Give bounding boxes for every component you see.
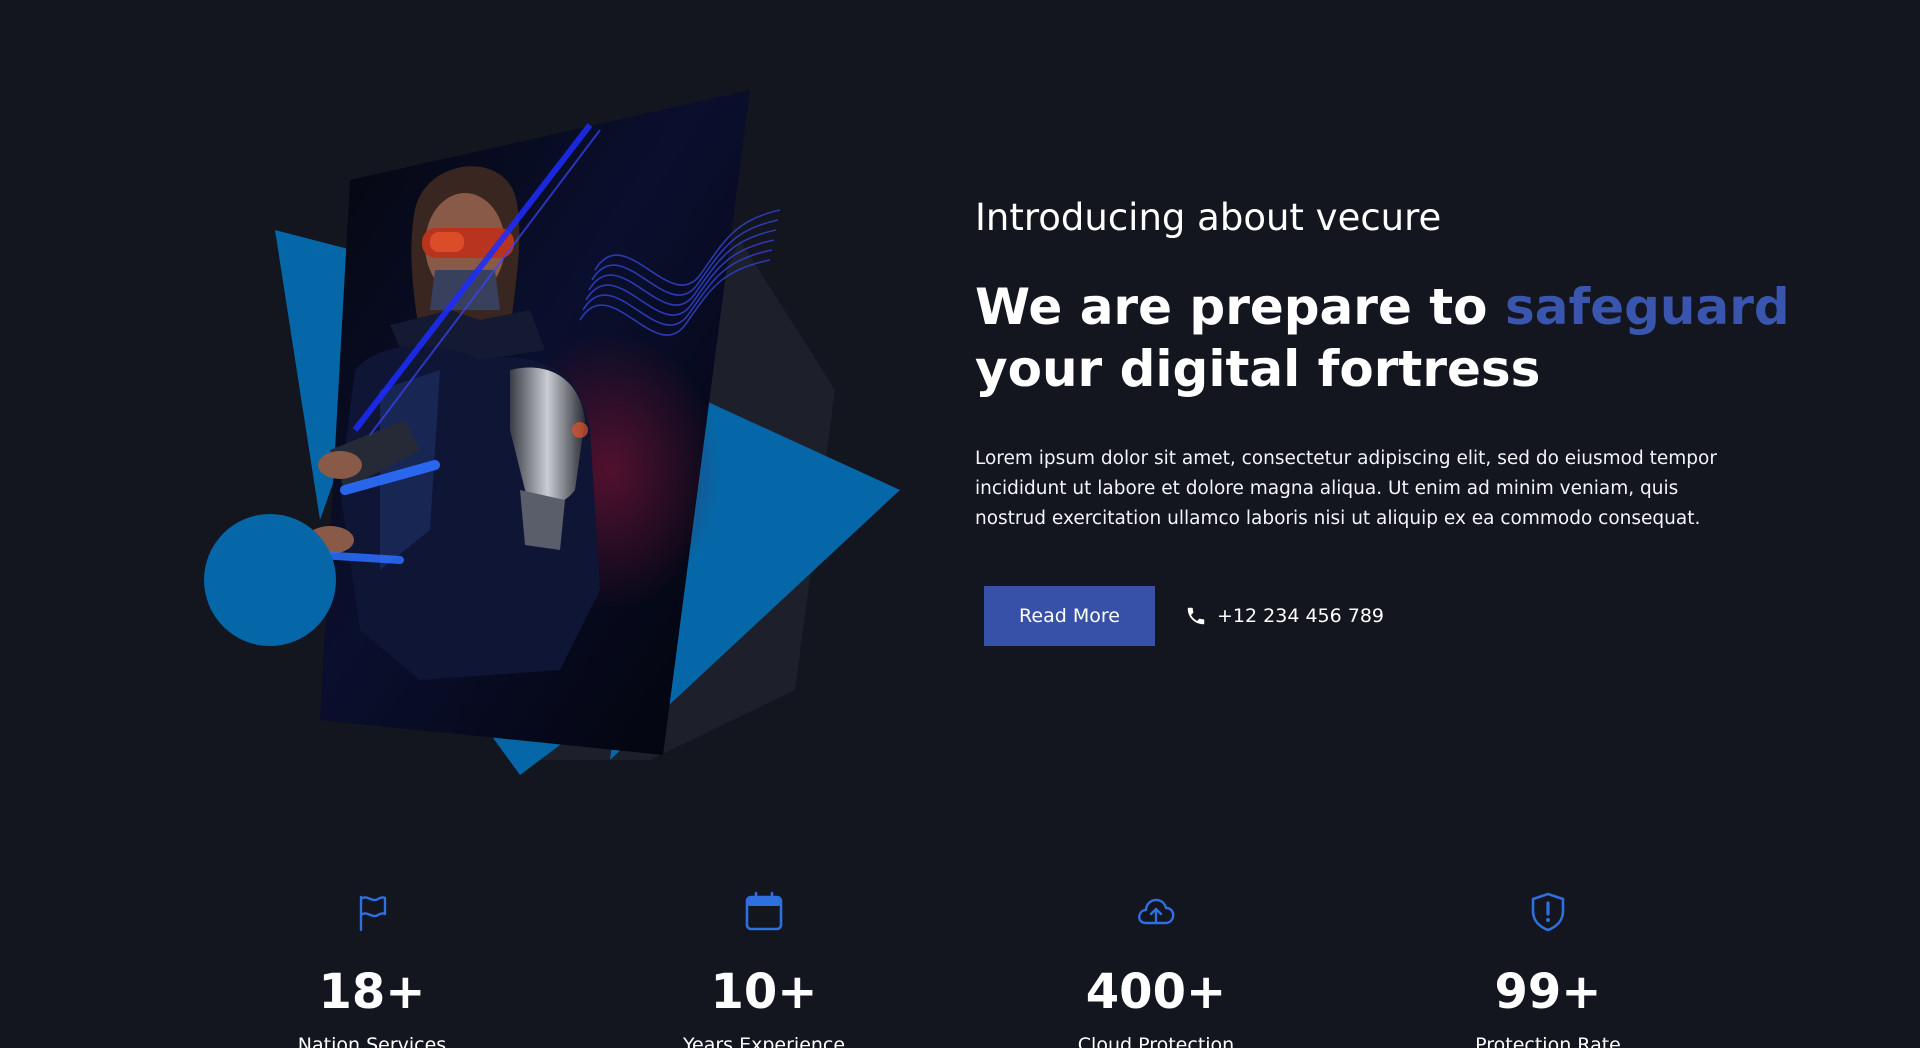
shield-alert-icon: [1531, 892, 1565, 932]
stat-label: Protection Rate: [1475, 1034, 1621, 1048]
about-actions: Read More +12 234 456 789: [975, 586, 1795, 646]
phone-number: +12 234 456 789: [1217, 605, 1385, 627]
stat-value: 400+: [1085, 964, 1227, 1020]
stat-label: Cloud Protection: [1077, 1034, 1235, 1048]
stat-value: 10+: [710, 964, 818, 1020]
calendar-icon: [745, 891, 783, 931]
title-part-2: your digital fortress: [975, 340, 1541, 398]
hero-graphic: [204, 90, 900, 775]
section-title: We are prepare to safeguard your digital…: [975, 276, 1795, 400]
section-eyebrow: Introducing about vecure: [975, 196, 1442, 239]
flag-icon: [359, 895, 387, 932]
phone-link[interactable]: +12 234 456 789: [1185, 605, 1384, 627]
title-part-1: We are prepare to: [975, 278, 1505, 336]
hero-illustration: [180, 70, 920, 790]
stat-years-experience: 10+ Years Experience: [634, 890, 894, 1048]
title-accent: safeguard: [1504, 278, 1790, 336]
stat-value: 99+: [1494, 964, 1602, 1020]
stat-cloud-protection: 400+ Cloud Protection: [1026, 890, 1286, 1048]
cloud-upload-icon: [1138, 898, 1175, 925]
stat-protection-rate: 99+ Protection Rate: [1418, 890, 1678, 1048]
stat-nation-services: 18+ Nation Services: [242, 890, 502, 1048]
about-content: Introducing about vecure We are prepare …: [975, 190, 1795, 646]
section-description: Lorem ipsum dolor sit amet, consectetur …: [975, 448, 1717, 529]
about-section: Introducing about vecure We are prepare …: [0, 0, 1920, 1048]
stat-label: Nation Services: [297, 1034, 447, 1048]
stat-label: Years Experience: [682, 1034, 846, 1048]
blue-circle: [204, 514, 336, 646]
phone-icon: [1187, 607, 1205, 625]
read-more-button[interactable]: Read More: [984, 586, 1155, 646]
stat-value: 18+: [318, 964, 426, 1020]
stats-row: 18+ Nation Services 10+ Years Experience…: [0, 890, 1920, 1048]
